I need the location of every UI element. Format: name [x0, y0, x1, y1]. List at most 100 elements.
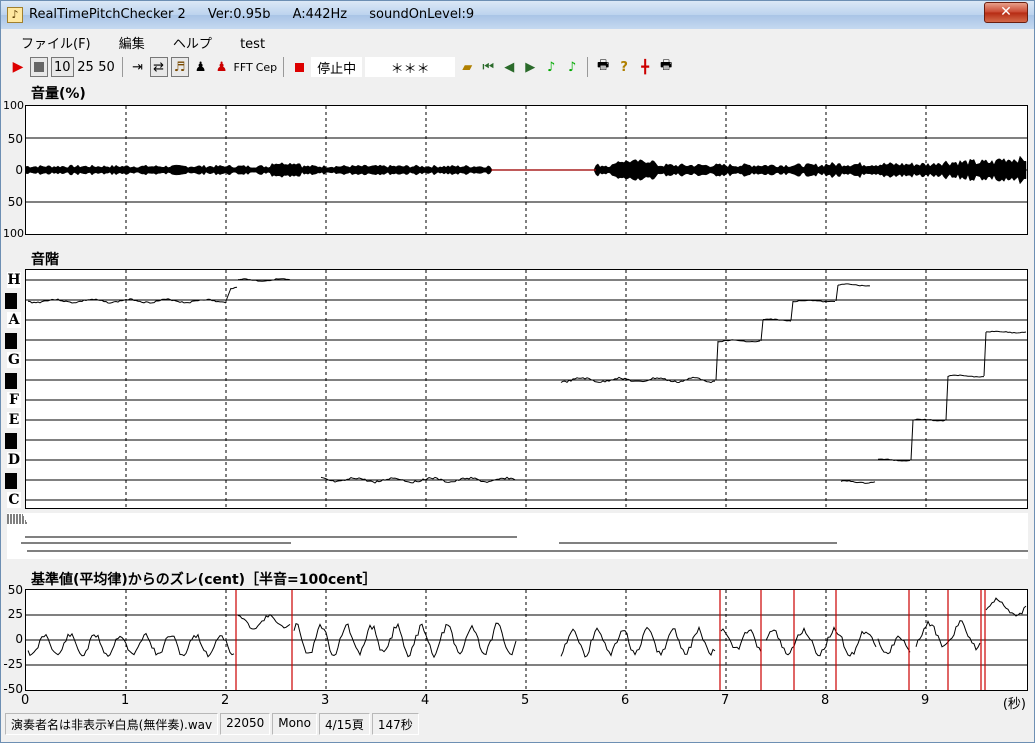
app-icon: ♪	[7, 7, 23, 23]
x-axis-unit: (秒)	[1002, 697, 1026, 712]
status-display: 停止中	[311, 57, 363, 77]
toolbar-separator	[283, 57, 285, 77]
stop-icon	[34, 62, 44, 72]
open-folder-icon[interactable]: ▰	[458, 57, 476, 77]
close-button[interactable]: ✕	[984, 2, 1028, 23]
zoom-25-button[interactable]: 25	[77, 57, 95, 77]
volume-panel-title: 音量(%)	[31, 86, 86, 102]
status-duration: 147秒	[371, 713, 419, 735]
cent-trace	[237, 613, 291, 630]
record-stop-icon[interactable]	[290, 57, 308, 77]
app-name: RealTimePitchChecker 2	[29, 7, 186, 22]
singer-icon[interactable]: ♟	[213, 57, 231, 77]
prev-icon[interactable]: ◀	[500, 57, 518, 77]
x-tick-label: 7	[721, 693, 730, 708]
cent-trace	[877, 635, 911, 655]
window-title: RealTimePitchChecker 2 Ver:0.95b A:442Hz…	[29, 7, 492, 22]
x-tick-label: 3	[321, 693, 330, 708]
pitch-segment	[840, 480, 876, 484]
black-key	[5, 433, 17, 449]
x-tick-label: 5	[521, 693, 530, 708]
cent-ytick: -25	[3, 657, 23, 671]
play-button[interactable]: ▶	[9, 57, 27, 77]
scale-panel-title: 音階	[31, 252, 59, 268]
volume-plot[interactable]	[25, 105, 1028, 235]
sound-on-level-label: soundOnLevel:9	[369, 7, 475, 22]
pitch-step	[225, 287, 232, 302]
pitch-step	[790, 300, 794, 321]
pitch-step	[983, 331, 987, 377]
note-display: ＊＊＊	[365, 57, 456, 77]
cent-plot[interactable]	[25, 589, 1028, 691]
black-key	[5, 333, 17, 349]
note-label-a: A	[7, 312, 21, 328]
toolbar-separator	[587, 57, 589, 77]
cep-button[interactable]: Cep	[256, 57, 277, 77]
title-bar[interactable]: ♪ RealTimePitchChecker 2 Ver:0.95b A:442…	[1, 1, 1034, 29]
note-label-f: F	[7, 392, 21, 408]
x-tick-label: 0	[21, 693, 30, 708]
violin-icon[interactable]: ♬	[170, 57, 189, 77]
version-label: Ver:0.95b	[207, 7, 271, 22]
cent-ytick: 0	[15, 632, 23, 646]
zoom-50-button[interactable]: 50	[98, 57, 116, 77]
scale-plot[interactable]	[25, 269, 1028, 509]
x-tick-label: 1	[121, 693, 130, 708]
cent-ytick: -50	[3, 682, 23, 696]
note-label-g: G	[7, 352, 21, 368]
note-green-icon[interactable]: ♪	[542, 57, 560, 77]
status-rate: 22050	[220, 713, 271, 735]
cent-trace	[765, 626, 877, 657]
toolbar: ▶ 10 25 50 ⇥ ⇄ ♬ ♟ ♟ FFT Cep 停止中 ＊＊＊ ▰ ⏮…	[9, 55, 1027, 79]
fft-button[interactable]: FFT	[234, 57, 253, 77]
black-key	[5, 473, 17, 489]
menu-file[interactable]: ファイル(F)	[21, 37, 91, 52]
menu-edit[interactable]: 編集	[119, 37, 145, 52]
loop-icon[interactable]: ⇄	[149, 57, 168, 77]
cent-trace	[27, 632, 235, 658]
stop-button[interactable]	[30, 57, 48, 77]
cent-deviation-trace	[26, 590, 1027, 690]
cent-trace	[985, 597, 1027, 617]
cent-ytick: 25	[7, 607, 23, 621]
pitch-step	[760, 319, 764, 342]
volume-ytick: 100	[3, 99, 24, 112]
volume-waveform	[25, 106, 1027, 234]
volume-ytick: 100	[3, 227, 24, 240]
next-icon[interactable]: ▶	[521, 57, 539, 77]
x-tick-label: 2	[221, 693, 230, 708]
app-window: ♪ RealTimePitchChecker 2 Ver:0.95b A:442…	[0, 0, 1035, 743]
x-tick-label: 4	[421, 693, 430, 708]
note-label-h: H	[7, 272, 21, 288]
note-label-d: D	[7, 452, 21, 468]
menu-test[interactable]: test	[240, 37, 265, 52]
pitch-step	[835, 284, 839, 302]
cent-trace	[560, 625, 716, 658]
menu-help[interactable]: ヘルプ	[173, 37, 212, 52]
pitch-segment	[230, 286, 238, 290]
menu-bar: ファイル(F) 編集 ヘルプ test	[9, 33, 277, 53]
zoom-10-button[interactable]: 10	[51, 57, 74, 77]
segment-bar-area	[7, 513, 1028, 559]
note-green2-icon[interactable]: ♪	[563, 57, 581, 77]
a-frequency-label: A:442Hz	[292, 7, 348, 22]
status-page: 4/15頁	[318, 713, 370, 735]
x-axis: 0 1 2 3 4 5 6 7 8 9 (秒)	[21, 693, 1028, 712]
black-key	[5, 373, 17, 389]
pitch-segment	[27, 298, 227, 304]
print-icon[interactable]: 🖶	[594, 57, 612, 77]
x-tick-label: 8	[821, 693, 830, 708]
pitch-segment	[837, 283, 871, 287]
x-tick-label: 6	[621, 693, 630, 708]
pitch-segment	[986, 330, 1027, 334]
status-bar: 演奏者名は非表示¥白鳥(無伴奏).wav 22050 Mono 4/15頁 14…	[5, 713, 1030, 735]
print2-icon[interactable]: 🖶	[657, 57, 675, 77]
skip-start-icon[interactable]: ⏮	[479, 57, 497, 77]
marker-icon[interactable]: ╋	[636, 57, 654, 77]
help-icon[interactable]: ?	[615, 57, 633, 77]
jump-end-icon[interactable]: ⇥	[129, 57, 147, 77]
pitch-trace	[26, 270, 1027, 508]
volume-ytick: 50	[7, 132, 23, 146]
person-icon[interactable]: ♟	[192, 57, 210, 77]
toolbar-separator	[121, 57, 123, 77]
